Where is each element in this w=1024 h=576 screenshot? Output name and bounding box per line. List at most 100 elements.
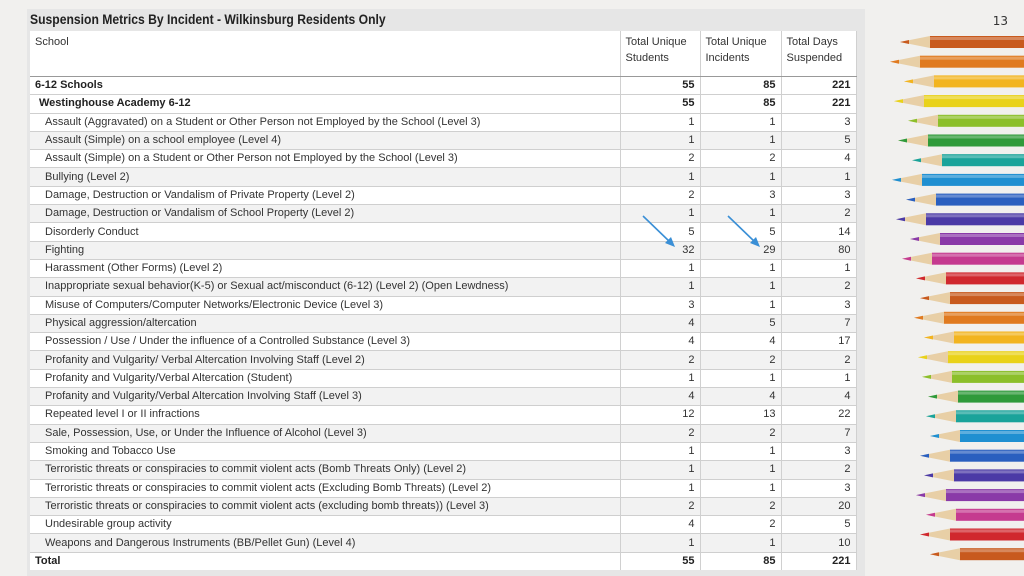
header-total-days-suspended[interactable]: Total Days Suspended (781, 31, 857, 77)
subgroup-row[interactable]: Westinghouse Academy 6-12 55 85 221 (30, 94, 857, 114)
slide: 13 Suspension Metrics By Incident - Wilk… (0, 0, 1024, 576)
table-row[interactable]: Weapons and Dangerous Instruments (BB/Pe… (30, 533, 857, 553)
table-row[interactable]: Terroristic threats or conspiracies to c… (30, 460, 857, 480)
unique-students-cell: 2 (620, 350, 701, 370)
table-row[interactable]: Physical aggression/altercation 4 5 7 (30, 314, 857, 334)
pencil-icon (926, 508, 1024, 521)
days-suspended-cell: 1 (781, 369, 857, 389)
unique-students-cell: 4 (620, 332, 701, 352)
table-row[interactable]: Assault (Aggravated) on a Student or Oth… (30, 113, 857, 132)
pencil-icon (916, 489, 1024, 502)
incident-label: Physical aggression/altercation (30, 314, 621, 334)
table-row[interactable]: Sale, Possession, Use, or Under the Infl… (30, 424, 857, 443)
incident-label: Bullying (Level 2) (30, 167, 621, 187)
days-suspended-cell: 7 (781, 424, 857, 443)
unique-students-cell: 1 (620, 369, 701, 389)
days-suspended-cell: 1 (781, 167, 857, 187)
table-row[interactable]: Possession / Use / Under the influence o… (30, 332, 857, 352)
incident-label: Profanity and Vulgarity/Verbal Altercati… (30, 387, 621, 407)
header-total-unique-students[interactable]: Total Unique Students (620, 31, 701, 77)
days-suspended-cell: 80 (781, 241, 857, 260)
header-days-label: Total Days Suspended (786, 36, 843, 64)
pencil-icon (924, 469, 1024, 482)
table-row[interactable]: Harassment (Other Forms) (Level 2) 1 1 1 (30, 259, 857, 279)
table-row[interactable]: Inappropriate sexual behavior(K-5) or Se… (30, 277, 857, 297)
table-row[interactable]: Profanity and Vulgarity/Verbal Altercati… (30, 369, 857, 389)
pencil-icon (904, 75, 1024, 88)
pencil-icon (918, 351, 1024, 364)
incident-label: Terroristic threats or conspiracies to c… (30, 460, 621, 480)
table-row[interactable]: Misuse of Computers/Computer Networks/El… (30, 296, 857, 315)
pencil-icon (922, 370, 1024, 383)
unique-incidents-cell: 4 (700, 332, 782, 352)
days-suspended-cell: 3 (781, 113, 857, 132)
unique-incidents-cell: 1 (700, 277, 782, 297)
days-suspended-cell: 2 (781, 204, 857, 224)
arrow-incidents-icon (727, 215, 760, 247)
header-incidents-label: Total Unique Incidents (705, 36, 767, 64)
pencil-icon (920, 528, 1024, 541)
table-row[interactable]: Assault (Simple) on a school employee (L… (30, 131, 857, 151)
table-row[interactable]: Damage, Destruction or Vandalism of Priv… (30, 186, 857, 206)
group-row[interactable]: 6-12 Schools 55 85 221 (30, 76, 857, 96)
total-incidents: 85 (700, 551, 782, 571)
pencil-icon (914, 311, 1024, 324)
unique-incidents-cell: 2 (700, 497, 782, 517)
total-label: Total (30, 551, 621, 571)
arrow-line (727, 215, 757, 244)
unique-students-cell: 2 (620, 186, 701, 206)
unique-incidents-cell: 13 (700, 405, 782, 425)
days-suspended-cell: 2 (781, 350, 857, 370)
table-row[interactable]: Profanity and Vulgarity/ Verbal Altercat… (30, 350, 857, 370)
incident-label: Profanity and Vulgarity/ Verbal Altercat… (30, 350, 621, 370)
unique-students-cell: 12 (620, 405, 701, 425)
pencil-icon (906, 193, 1024, 206)
table-row[interactable]: Terroristic threats or conspiracies to c… (30, 479, 857, 498)
days-suspended-cell: 3 (781, 296, 857, 315)
pencil-icon (920, 292, 1024, 305)
unique-students-cell: 4 (620, 387, 701, 407)
unique-incidents-cell: 1 (700, 113, 782, 132)
suspension-table: School Total Unique Students Total Uniqu… (30, 31, 857, 571)
table-row[interactable]: Profanity and Vulgarity/Verbal Altercati… (30, 387, 857, 407)
table-body: 6-12 Schools 55 85 221 Westinghouse Acad… (30, 76, 857, 553)
total-students: 55 (620, 551, 701, 571)
days-suspended-cell: 4 (781, 387, 857, 407)
group-incidents: 85 (700, 76, 782, 96)
incident-label: Disorderly Conduct (30, 222, 621, 242)
unique-students-cell: 1 (620, 167, 701, 187)
table-title: Suspension Metrics By Incident - Wilkins… (30, 12, 386, 27)
page-number: 13 (992, 14, 1008, 28)
table-row[interactable]: Terroristic threats or conspiracies to c… (30, 497, 857, 517)
table-row[interactable]: Repeated level I or II infractions 12 13 22 (30, 405, 857, 425)
days-suspended-cell: 3 (781, 186, 857, 206)
header-row: School Total Unique Students Total Uniqu… (30, 31, 857, 77)
arrow-line (642, 215, 672, 244)
table-row[interactable]: Assault (Simple) on a Student or Other P… (30, 149, 857, 169)
pencil-icon (930, 548, 1024, 561)
pencil-icon (930, 430, 1024, 442)
days-suspended-cell: 2 (781, 277, 857, 297)
table-row[interactable]: Bullying (Level 2) 1 1 1 (30, 167, 857, 187)
total-row[interactable]: Total 55 85 221 (30, 551, 857, 571)
unique-students-cell: 4 (620, 515, 701, 535)
unique-students-cell: 1 (620, 131, 701, 151)
unique-students-cell: 2 (620, 149, 701, 169)
incident-label: Possession / Use / Under the influence o… (30, 332, 621, 352)
total-days: 221 (781, 551, 857, 571)
unique-students-cell: 1 (620, 259, 701, 279)
incident-label: Harassment (Other Forms) (Level 2) (30, 259, 621, 279)
unique-incidents-cell: 1 (700, 533, 782, 553)
incident-label: Terroristic threats or conspiracies to c… (30, 479, 621, 498)
header-school[interactable]: School (30, 31, 621, 77)
days-suspended-cell: 3 (781, 479, 857, 498)
incident-label: Smoking and Tobacco Use (30, 442, 621, 462)
pencil-icon (926, 410, 1024, 423)
incident-label: Repeated level I or II infractions (30, 405, 621, 425)
incident-label: Damage, Destruction or Vandalism of Scho… (30, 204, 621, 224)
table-row[interactable]: Undesirable group activity 4 2 5 (30, 515, 857, 535)
pencil-icon (908, 114, 1024, 127)
header-total-unique-incidents[interactable]: Total Unique Incidents (700, 31, 782, 77)
group-students: 55 (620, 76, 701, 96)
table-row[interactable]: Smoking and Tobacco Use 1 1 3 (30, 442, 857, 462)
